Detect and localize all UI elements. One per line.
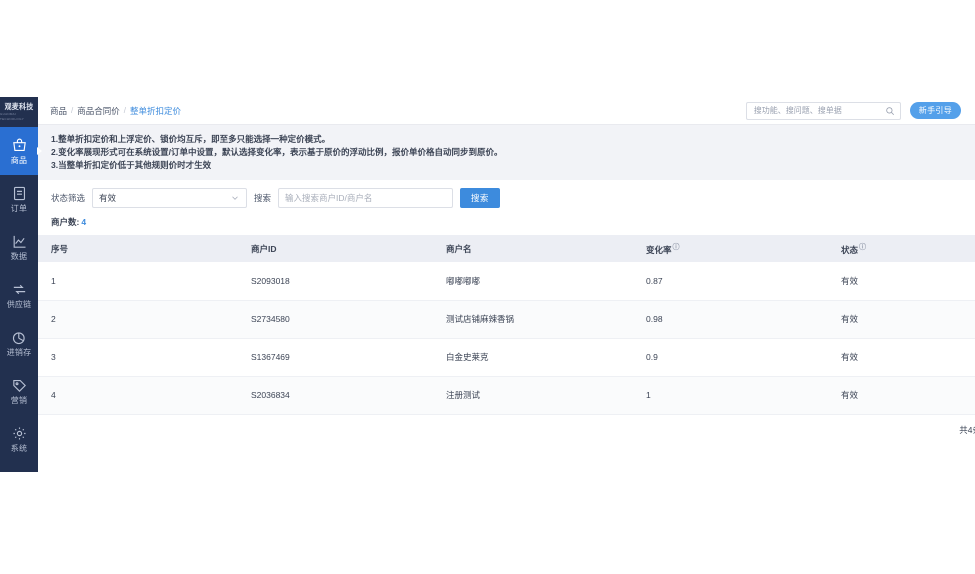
cell-merchant-name: 注册测试	[433, 376, 633, 415]
status-filter-label: 状态筛选	[51, 193, 86, 203]
gear-icon	[11, 425, 28, 442]
breadcrumb-item-2[interactable]: 商品合同价	[77, 105, 120, 117]
merchant-count-value: 4	[81, 217, 87, 227]
guide-button[interactable]: 新手引导	[909, 102, 961, 119]
notice-line-3: 3.当整单折扣定价低于其他规则价时才生效	[51, 160, 212, 170]
column-header-index: 序号	[38, 235, 238, 262]
search-icon[interactable]	[885, 106, 895, 116]
sidebar-item-system[interactable]: 系统	[0, 415, 38, 463]
cell-merchant-id: S2093018	[238, 262, 433, 301]
cell-status: 有效	[828, 262, 975, 301]
filter-bar: 状态筛选 有效 搜索 搜索	[38, 180, 975, 216]
document-icon	[11, 185, 28, 202]
brand-logo-text: 观麦科技	[4, 103, 34, 112]
cell-rate: 0.9	[633, 338, 828, 377]
merchant-table: 序号 商户ID 商户名 变化率ⓘ 状态ⓘ 1 S2093018 嘟嘟嘟嘟 0.8	[38, 235, 975, 415]
cell-rate: 1	[633, 376, 828, 415]
table-body: 1 S2093018 嘟嘟嘟嘟 0.87 有效 2 S2734580 测试店铺麻…	[38, 262, 975, 415]
column-header-merchant-id: 商户ID	[238, 235, 433, 262]
cell-merchant-name: 嘟嘟嘟嘟	[433, 262, 633, 301]
total-count-text: 共4条	[959, 424, 975, 435]
cell-index: 4	[38, 376, 238, 415]
topbar-actions: 新手引导	[745, 101, 961, 120]
cell-index: 2	[38, 300, 238, 339]
notice-line-2: 2.变化率展现形式可在系统设置/订单中设置，默认选择变化率，表示基于原价的浮动比…	[51, 147, 503, 157]
rate-info-icon[interactable]: ⓘ	[673, 244, 680, 251]
global-search[interactable]	[745, 101, 901, 120]
status-filter-select[interactable]: 有效	[92, 188, 248, 208]
sidebar-item-marketing[interactable]: 营销	[0, 367, 38, 415]
column-header-merchant-name: 商户名	[433, 235, 633, 262]
column-header-status: 状态ⓘ	[828, 235, 975, 262]
search-button[interactable]: 搜索	[460, 188, 500, 208]
table-header-row: 序号 商户ID 商户名 变化率ⓘ 状态ⓘ	[38, 235, 975, 262]
cell-rate: 0.98	[633, 300, 828, 339]
breadcrumb-item-1[interactable]: 商品	[50, 105, 67, 117]
cell-merchant-name: 白金史莱克	[433, 338, 633, 377]
cell-status: 有效	[828, 338, 975, 377]
cell-merchant-id: S1367469	[238, 338, 433, 377]
merchant-count-label: 商户数:	[51, 217, 80, 227]
notice-block: 1.整单折扣定价和上浮定价、锁价均互斥，即至多只能选择一种定价模式。 2.变化率…	[38, 125, 975, 180]
global-search-input[interactable]	[751, 105, 885, 116]
pie-icon	[11, 329, 28, 346]
table-row[interactable]: 3 S1367469 白金史莱克 0.9 有效	[38, 338, 975, 377]
table-head: 序号 商户ID 商户名 变化率ⓘ 状态ⓘ	[38, 235, 975, 262]
cell-merchant-id: S2734580	[238, 300, 433, 339]
breadcrumb-separator: /	[123, 106, 126, 115]
brand-logo[interactable]: 观麦科技 GUANMAI TECHNOLOGY	[0, 97, 38, 127]
main-area: 商品 / 商品合同价 / 整单折扣定价 新手引导	[38, 97, 975, 472]
cell-index: 3	[38, 338, 238, 377]
breadcrumb-item-current[interactable]: 整单折扣定价	[130, 105, 181, 117]
sidebar-item-products[interactable]: 商品	[0, 127, 42, 175]
status-filter-value: 有效	[99, 193, 117, 203]
sidebar-item-label: 商品	[10, 156, 28, 165]
sidebar-item-label: 营销	[10, 396, 28, 405]
sidebar-item-label: 供应链	[6, 300, 32, 309]
table-row[interactable]: 4 S2036834 注册测试 1 有效	[38, 376, 975, 415]
breadcrumb: 商品 / 商品合同价 / 整单折扣定价	[50, 105, 181, 117]
sidebar-item-label: 系统	[10, 444, 28, 453]
merchant-search-input[interactable]	[278, 188, 454, 208]
cell-index: 1	[38, 262, 238, 301]
sidebar-item-data[interactable]: 数据	[0, 223, 38, 271]
cell-rate: 0.87	[633, 262, 828, 301]
table-row[interactable]: 1 S2093018 嘟嘟嘟嘟 0.87 有效	[38, 262, 975, 301]
sidebar-item-label: 进销存	[6, 348, 32, 357]
column-header-rate: 变化率ⓘ	[633, 235, 828, 262]
merchant-count: 商户数: 4	[38, 216, 975, 235]
notice-line-1: 1.整单折扣定价和上浮定价、锁价均互斥，即至多只能选择一种定价模式。	[51, 134, 331, 144]
chevron-down-icon	[230, 193, 240, 203]
chart-line-icon	[11, 233, 28, 250]
brand-logo-subtext: GUANMAI TECHNOLOGY	[0, 112, 25, 121]
cell-status: 有效	[828, 376, 975, 415]
sidebar: 观麦科技 GUANMAI TECHNOLOGY 商品 订单 数据 供应链 进销存…	[0, 97, 42, 472]
sidebar-item-supply-chain[interactable]: 供应链	[0, 271, 38, 319]
basket-icon	[11, 137, 28, 154]
pagination-footer: 共4条	[38, 414, 975, 472]
list-panel: 状态筛选 有效 搜索 搜索 商户数:4	[38, 180, 975, 472]
cell-status: 有效	[828, 300, 975, 339]
sidebar-item-orders[interactable]: 订单	[0, 175, 38, 223]
topbar: 商品 / 商品合同价 / 整单折扣定价 新手引导	[38, 97, 975, 125]
app-page: 观麦科技 GUANMAI TECHNOLOGY 商品 订单 数据 供应链 进销存…	[0, 97, 975, 472]
content-area: 1.整单折扣定价和上浮定价、锁价均互斥，即至多只能选择一种定价模式。 2.变化率…	[38, 125, 975, 472]
tag-icon	[11, 377, 28, 394]
sidebar-item-label: 数据	[10, 252, 28, 261]
status-info-icon[interactable]: ⓘ	[859, 244, 866, 251]
cell-merchant-id: S2036834	[238, 376, 433, 415]
sidebar-item-inventory[interactable]: 进销存	[0, 319, 38, 367]
table-row[interactable]: 2 S2734580 测试店铺麻辣香锅 0.98 有效	[38, 300, 975, 339]
search-filter-label: 搜索	[254, 193, 272, 203]
sidebar-nav: 商品 订单 数据 供应链 进销存 营销 系统	[0, 127, 42, 463]
cell-merchant-name: 测试店铺麻辣香锅	[433, 300, 633, 339]
breadcrumb-separator: /	[71, 106, 74, 115]
arrows-icon	[11, 281, 28, 298]
sidebar-item-label: 订单	[10, 204, 28, 213]
